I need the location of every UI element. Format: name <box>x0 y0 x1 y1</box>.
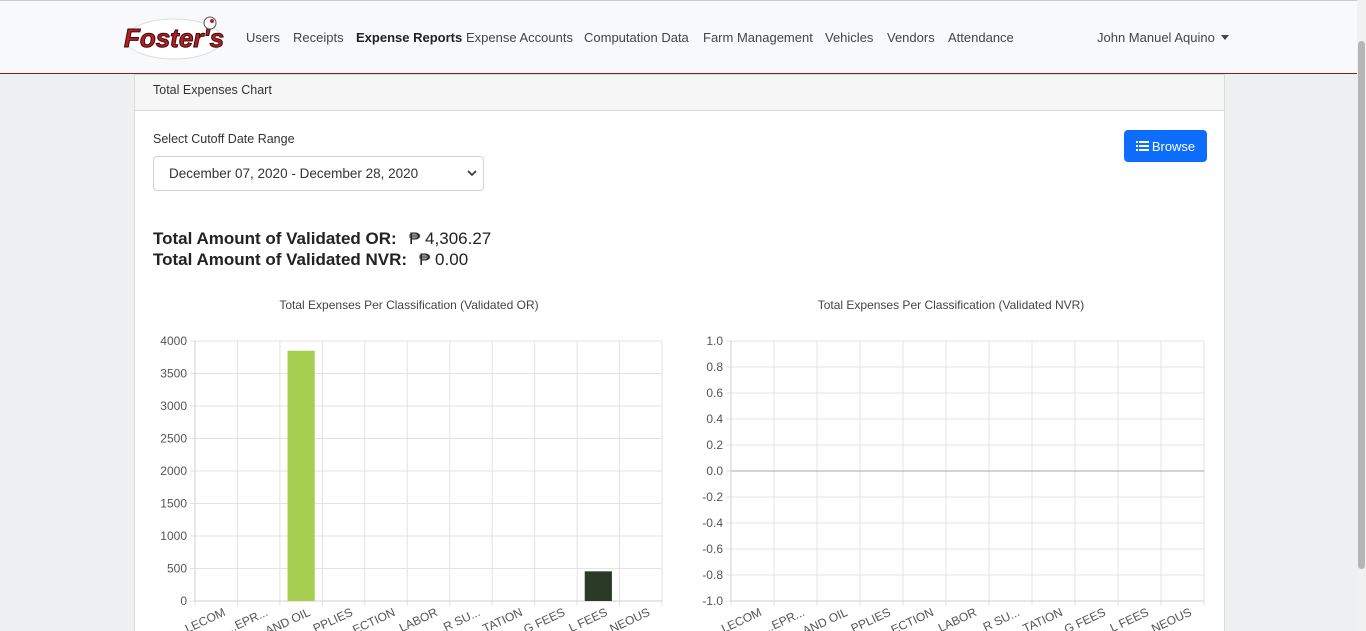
total-nvr-label: Total Amount of Validated NVR: <box>153 250 408 269</box>
card-header: Total Expenses Chart <box>135 75 1224 111</box>
y-tick-label: -0.6 <box>702 542 723 556</box>
chart-nvr: -1.0 -0.8 -0.6 -0.4 -0.2 0.0 0.2 0.4 0.6 0.8 1.0..… <box>702 334 1205 631</box>
nav-item-attendance[interactable]: Attendance <box>948 30 1014 45</box>
chart-or: 0 500 1000 1500 2000 2500 3000 3500 4000 ...LECOM… <box>160 334 663 631</box>
y-tick-label: 0.4 <box>706 412 723 426</box>
y-tick-label: 3500 <box>160 367 187 381</box>
y-tick-label: 3000 <box>160 399 187 413</box>
x-tick-label: ...LECOM <box>710 605 764 631</box>
date-range-value: December 07, 2020 - December 28, 2020 <box>169 166 419 181</box>
y-tick-label: 0.6 <box>706 386 723 400</box>
bar-2 <box>287 350 315 601</box>
y-tick-label: 0.8 <box>706 360 723 374</box>
scrollbar[interactable] <box>1357 0 1366 631</box>
y-tick-label: 500 <box>167 562 187 576</box>
y-tick-label: -0.8 <box>702 568 723 582</box>
y-tick-label: 2500 <box>160 432 187 446</box>
total-nvr-value: ₱ 0.00 <box>419 250 469 269</box>
browse-button[interactable]: Browse <box>1124 130 1207 162</box>
y-tick-label: 4000 <box>160 334 187 348</box>
y-tick-label: 0.2 <box>706 438 723 452</box>
nav-item-receipts[interactable]: Receipts <box>293 30 344 45</box>
x-tick-label: ...LECOM <box>174 605 228 631</box>
bar-9 <box>584 571 612 601</box>
browse-label: Browse <box>1151 138 1196 154</box>
y-tick-label: 2000 <box>160 464 187 478</box>
top-navbar: Foster's Users Receipts Expense Reports Exp… <box>0 0 1366 74</box>
chart-or-title: Total Expenses Per Classification (Valid… <box>279 298 539 312</box>
y-tick-label: 0.0 <box>706 464 723 478</box>
y-tick-label: 1500 <box>160 497 187 511</box>
chevron-down-icon <box>467 170 477 177</box>
total-or-label: Total Amount of Validated OR: <box>153 229 397 248</box>
nav-item-expense-reports[interactable]: Expense Reports <box>356 30 462 45</box>
y-tick-label: -0.2 <box>702 490 723 504</box>
y-tick-label: 0 <box>180 594 187 608</box>
nav-item-users[interactable]: Users <box>246 30 280 45</box>
nav-item-vehicles[interactable]: Vehicles <box>825 30 873 45</box>
y-tick-label: -1.0 <box>702 594 723 608</box>
user-name: John Manuel Aquino <box>1097 30 1215 45</box>
y-tick-label: 1.0 <box>706 334 723 348</box>
caret-down-icon <box>1220 35 1229 41</box>
date-range-select[interactable]: December 07, 2020 - December 28, 2020 <box>153 156 484 191</box>
nav-item-computation-data[interactable]: Computation Data <box>584 30 689 45</box>
list-icon <box>1135 141 1149 151</box>
nav-item-vendors[interactable]: Vendors <box>887 30 935 45</box>
scrollbar-thumb[interactable] <box>1358 41 1365 569</box>
user-menu[interactable]: John Manuel Aquino <box>1097 30 1229 45</box>
date-range-label: Select Cutoff Date Range <box>153 132 295 146</box>
chart-nvr-title: Total Expenses Per Classification (Valid… <box>817 298 1085 312</box>
total-or-value: ₱ 4,306.27 <box>409 229 492 248</box>
nav-item-expense-accounts[interactable]: Expense Accounts <box>466 30 573 45</box>
y-tick-label: 1000 <box>160 529 187 543</box>
y-tick-label: -0.4 <box>702 516 723 530</box>
fosters-logo[interactable]: Foster's <box>123 13 225 63</box>
nav-item-farm-management[interactable]: Farm Management <box>703 30 813 45</box>
